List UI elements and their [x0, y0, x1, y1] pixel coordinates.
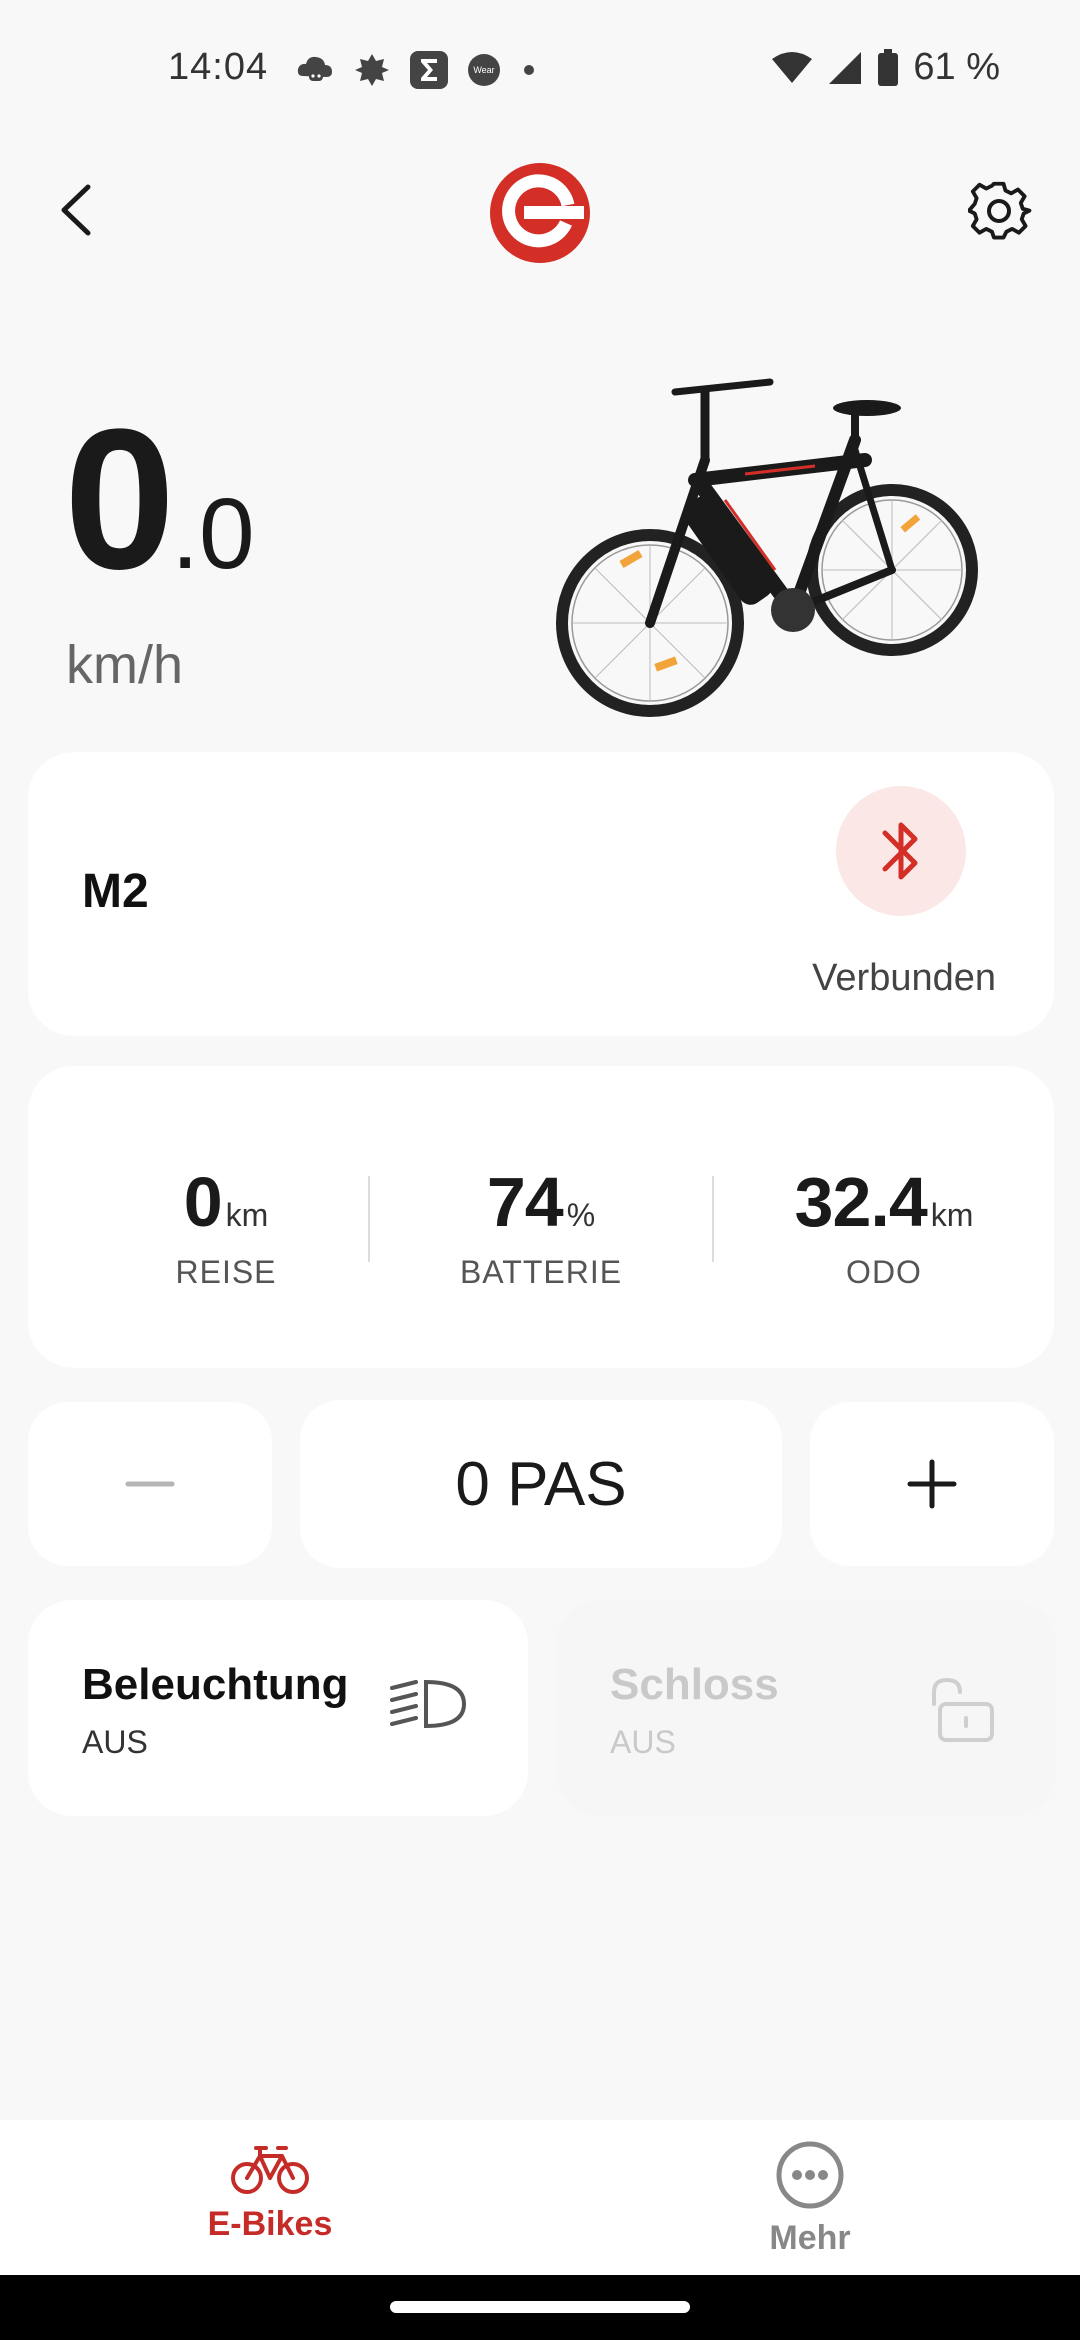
pas-level-display: 0 PAS	[300, 1400, 782, 1568]
stat-unit: km	[930, 1197, 974, 1233]
device-card[interactable]: M2 Verbunden	[28, 752, 1054, 1036]
brand-logo-icon	[488, 161, 592, 265]
battery-icon	[878, 48, 899, 86]
device-name: M2	[82, 865, 149, 918]
bike-image	[555, 370, 985, 720]
connection-status: Verbunden	[812, 957, 996, 999]
bicycle-icon	[231, 2146, 309, 2194]
lock-toggle[interactable]: Schloss AUS	[556, 1600, 1056, 1816]
stat-value: 32.4	[794, 1163, 928, 1241]
stat-label: ODO	[846, 1254, 922, 1290]
bluetooth-button[interactable]	[836, 786, 966, 916]
stat-trip: 0 km REISE	[76, 1162, 376, 1291]
nav-mehr[interactable]: Mehr	[690, 2140, 930, 2258]
more-circle-icon	[776, 2141, 844, 2209]
more-dot-icon	[524, 65, 534, 75]
lock-state: AUS	[610, 1724, 676, 1760]
stat-odo: 32.4 km ODO	[734, 1162, 1034, 1291]
light-state: AUS	[82, 1724, 148, 1760]
stat-divider	[368, 1176, 370, 1262]
minus-icon	[125, 1481, 175, 1487]
signal-icon	[829, 51, 862, 84]
stat-unit: %	[566, 1197, 596, 1233]
speed-integer: 0	[64, 388, 175, 611]
plus-icon	[907, 1459, 957, 1509]
lock-title: Schloss	[610, 1660, 779, 1709]
pas-decrease-button[interactable]	[28, 1402, 272, 1566]
unlock-icon	[932, 1677, 994, 1742]
stat-divider	[712, 1176, 714, 1262]
settings-button[interactable]	[967, 180, 1032, 244]
nav-ebikes[interactable]: E-Bikes	[150, 2140, 390, 2244]
stats-card: 0 km REISE 74 % BATTERIE 32.4 km ODO	[28, 1066, 1054, 1368]
notification-icons: Wear	[295, 50, 539, 90]
stat-label: REISE	[175, 1254, 277, 1290]
status-time: 14:04	[168, 46, 269, 88]
pas-label: 0 PAS	[455, 1449, 627, 1519]
speed-unit: km/h	[66, 635, 184, 695]
stat-label: BATTERIE	[459, 1254, 623, 1290]
light-toggle[interactable]: Beleuchtung AUS	[28, 1600, 528, 1816]
cloud-gamepad-icon	[297, 56, 332, 81]
bottom-nav: E-Bikes Mehr	[0, 2120, 1080, 2275]
sigma-app-icon	[410, 51, 448, 89]
chevron-left-icon	[61, 184, 91, 236]
svg-text:Wear: Wear	[473, 65, 494, 75]
stat-unit: km	[225, 1197, 269, 1233]
wifi-icon	[772, 51, 813, 83]
app-screen: 14:04 Wear 61 % 0 .0 km/h M2 Verbunden 0…	[0, 0, 1080, 2340]
stat-battery: 74 % BATTERIE	[391, 1162, 691, 1291]
speed-readout: 0 .0	[64, 400, 255, 600]
battery-percent: 61 %	[913, 46, 1000, 88]
gesture-bar	[0, 2275, 1080, 2340]
back-button[interactable]	[48, 175, 108, 245]
status-right: 61 %	[771, 46, 1000, 89]
nav-label: E-Bikes	[207, 2205, 333, 2243]
light-title: Beleuchtung	[82, 1660, 349, 1709]
wear-os-icon: Wear	[468, 54, 500, 86]
status-bar: 14:04 Wear 61 %	[0, 0, 1080, 140]
leaf-icon	[355, 54, 389, 86]
nav-label: Mehr	[769, 2219, 851, 2257]
bluetooth-icon	[882, 822, 918, 880]
gear-icon	[967, 181, 1032, 240]
headlight-icon	[390, 1679, 467, 1729]
home-indicator[interactable]	[390, 2301, 690, 2313]
stat-value: 0	[183, 1163, 223, 1241]
pas-increase-button[interactable]	[810, 1402, 1054, 1566]
speed-decimal: .0	[171, 478, 255, 590]
stat-value: 74	[486, 1163, 564, 1241]
